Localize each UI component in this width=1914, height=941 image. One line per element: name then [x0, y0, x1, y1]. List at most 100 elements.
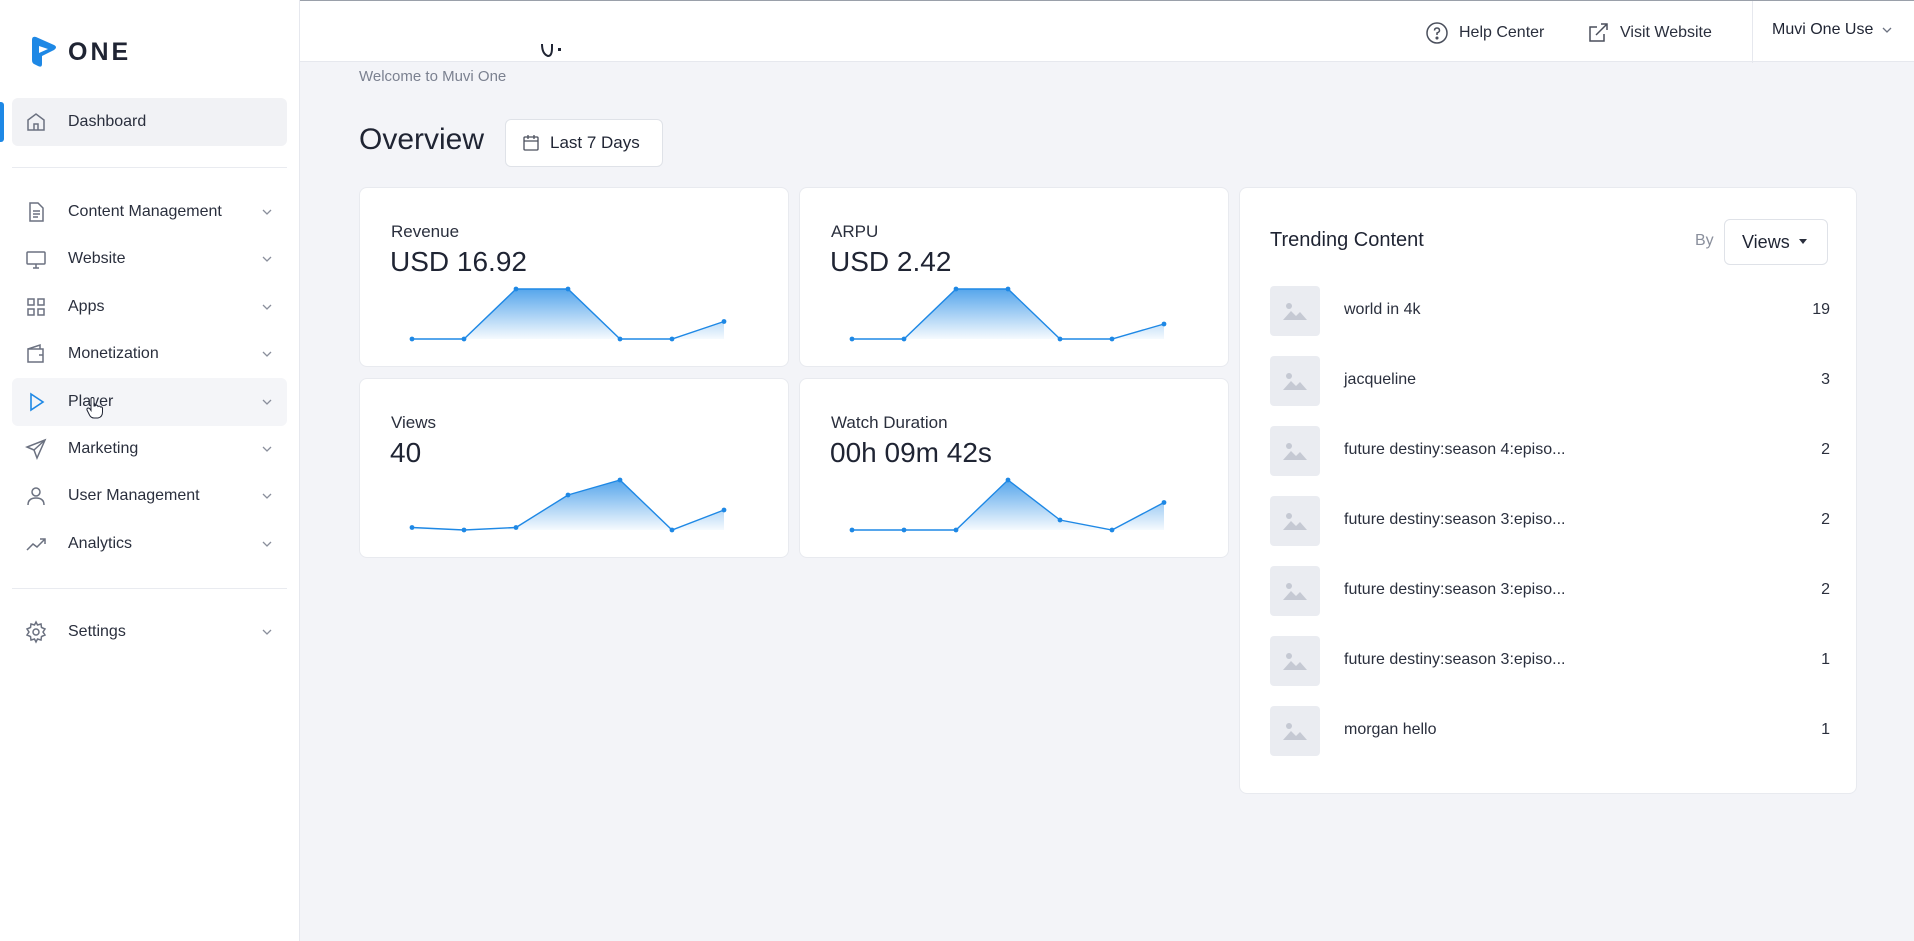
sparkline-point [669, 527, 675, 533]
trending-content-panel: Trending Content By Views world in 4k 19 j… [1239, 187, 1857, 794]
trending-title: Trending Content [1270, 229, 1424, 251]
card-value: 00h 09m 42s [830, 437, 992, 468]
sparkline-point [901, 527, 907, 533]
sparkline-area [412, 480, 724, 530]
trending-title-link[interactable]: future destiny:season 3:episo... [1344, 651, 1565, 669]
welcome-text: Welcome to Muvi One [359, 68, 507, 85]
sparkline-point [461, 336, 467, 342]
chevron-down-icon [262, 399, 272, 405]
arpu-card: ARPU USD 2.42 [799, 187, 1229, 367]
sparkline-point [901, 336, 907, 342]
views-sparkline [409, 477, 727, 533]
user-icon [27, 487, 45, 506]
sparkline-point [669, 336, 675, 342]
visit-website-label: Visit Website [1620, 24, 1712, 41]
watch-duration-sparkline [849, 477, 1167, 533]
trending-title-link[interactable]: world in 4k [1344, 301, 1420, 319]
card-title: Watch Duration [831, 413, 948, 432]
sparkline-point [953, 286, 959, 292]
sparkline-point [461, 527, 467, 533]
sparkline-point [617, 477, 623, 483]
trending-row[interactable]: future destiny:season 3:episo... 2 [1270, 566, 1830, 616]
card-value: 40 [390, 437, 422, 468]
sparkline-point [721, 319, 727, 324]
sparkline-point [849, 527, 855, 533]
arpu-sparkline [849, 286, 1167, 342]
sparkline-point [1057, 336, 1063, 342]
help-center-link[interactable]: Help Center [1425, 21, 1544, 45]
user-menu[interactable]: Muvi One Use [1772, 21, 1893, 39]
watch-duration-card: Watch Duration 00h 09m 42s [799, 378, 1229, 558]
calendar-icon [523, 135, 539, 151]
trending-row[interactable]: jacqueline 3 [1270, 356, 1830, 406]
thumbnail-placeholder [1270, 706, 1320, 756]
logo[interactable]: ONE [28, 34, 131, 70]
sidebar-item-website[interactable]: Website [12, 235, 287, 283]
sparkline-point [1005, 286, 1011, 292]
sidebar-item-label: Website [68, 250, 126, 267]
sparkline-point [1109, 527, 1115, 533]
logo-text: ONE [68, 37, 132, 66]
sidebar-item-monetization[interactable]: Monetization [12, 330, 287, 378]
sidebar-item-label: User Management [68, 487, 200, 504]
thumbnail-placeholder [1270, 636, 1320, 686]
chevron-down-icon [262, 209, 272, 215]
sidebar-divider [12, 588, 287, 589]
revenue-sparkline [409, 286, 727, 342]
sparkline-point [513, 286, 519, 292]
trending-row[interactable]: morgan hello 1 [1270, 706, 1830, 756]
sidebar-item-apps[interactable]: Apps [12, 283, 287, 331]
chevron-down-icon [262, 351, 272, 357]
grid-icon [27, 298, 45, 316]
sparkline-point [1161, 321, 1167, 327]
card-value: USD 16.92 [390, 246, 527, 277]
thumbnail-placeholder [1270, 286, 1320, 336]
sidebar-item-settings[interactable]: Settings [12, 608, 287, 656]
wallet-icon [27, 343, 44, 363]
sidebar-item-label: Settings [68, 623, 126, 640]
chevron-down-icon [262, 493, 272, 499]
trending-title-link[interactable]: future destiny:season 4:episo... [1344, 441, 1565, 459]
trending-row[interactable]: future destiny:season 4:episo... 2 [1270, 426, 1830, 476]
sidebar-item-label: Analytics [68, 535, 133, 552]
sidebar-item-user-management[interactable]: User Management [12, 472, 287, 520]
chevron-down-icon [262, 304, 272, 310]
sidebar-item-dashboard[interactable]: Dashboard [12, 98, 287, 146]
trending-title-link[interactable]: morgan hello [1344, 721, 1437, 739]
help-center-label: Help Center [1459, 24, 1545, 41]
overview-heading: Overview [359, 123, 485, 156]
sparkline-point [1109, 336, 1115, 342]
chevron-down-icon [262, 541, 272, 547]
image-placeholder-icon [1283, 373, 1307, 390]
image-placeholder-icon [1283, 583, 1307, 600]
trending-row[interactable]: future destiny:season 3:episo... 2 [1270, 496, 1830, 546]
sidebar-item-label: Apps [68, 298, 105, 315]
sidebar-item-content-management[interactable]: Content Management [12, 188, 287, 236]
sparkline-area [852, 289, 1164, 339]
date-range-button[interactable]: Last 7 Days [505, 119, 663, 167]
sidebar-item-marketing[interactable]: Marketing [12, 425, 287, 473]
caret-down-icon [1798, 239, 1807, 244]
sidebar-item-analytics[interactable]: Analytics [12, 520, 287, 568]
sidebar-item-player[interactable]: Player [12, 378, 287, 426]
trending-title-link[interactable]: future destiny:season 3:episo... [1344, 581, 1565, 599]
sort-by-dropdown[interactable]: Views [1724, 219, 1828, 265]
trending-row[interactable]: world in 4k 19 [1270, 286, 1830, 336]
trending-title-link[interactable]: jacqueline [1344, 371, 1416, 389]
trending-row[interactable]: future destiny:season 3:episo... 1 [1270, 636, 1830, 686]
trending-title-link[interactable]: future destiny:season 3:episo... [1344, 511, 1565, 529]
sparkline-point [513, 525, 519, 530]
thumbnail-placeholder [1270, 356, 1320, 406]
sparkline-point [721, 507, 727, 513]
document-icon [29, 202, 44, 222]
monitor-icon [26, 251, 46, 269]
chevron-down-icon [262, 256, 272, 262]
sort-by-label: By [1695, 232, 1714, 249]
sparkline-point [617, 336, 623, 342]
visit-website-link[interactable]: Visit Website [1586, 21, 1712, 45]
image-placeholder-icon [1283, 653, 1307, 670]
sparkline-point [565, 492, 571, 498]
card-title: Views [391, 413, 437, 432]
card-value: USD 2.42 [830, 246, 952, 277]
sort-by-value: Views [1742, 231, 1790, 252]
